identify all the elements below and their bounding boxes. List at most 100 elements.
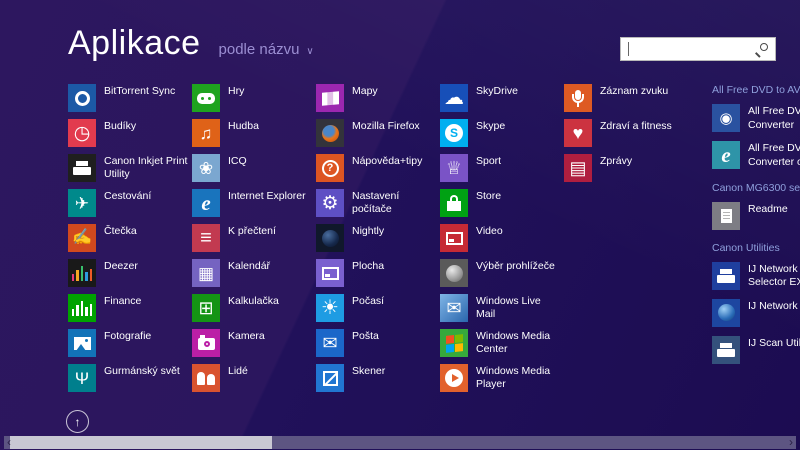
app-tile[interactable]: ≡K přečtení — [192, 224, 314, 252]
app-tile[interactable]: Výběr prohlížeče — [440, 259, 562, 287]
desktop-app-icon-box — [712, 299, 740, 327]
app-tile-label: Kalendář — [228, 260, 270, 287]
app-tile[interactable]: ▤Zprávy — [564, 154, 686, 182]
sort-by-dropdown[interactable]: podle názvu ∨ — [219, 41, 314, 58]
app-tile[interactable]: BitTorrent Sync — [68, 84, 190, 112]
app-tile[interactable]: ⚙Nastavení počítače — [316, 189, 438, 217]
equalizer-bar — [76, 270, 79, 281]
equalizer-icon — [72, 266, 93, 281]
app-tile-color-box — [564, 84, 592, 112]
app-tile[interactable]: eInternet Explorer — [192, 189, 314, 217]
app-tile-label: Hry — [228, 85, 244, 112]
app-tile-label: SkyDrive — [476, 85, 518, 112]
app-tile[interactable]: Video — [440, 224, 562, 252]
app-tile[interactable]: ❀ICQ — [192, 154, 314, 182]
desktop-app-item[interactable]: IJ Network Scan Selector EX — [712, 262, 800, 290]
search-input[interactable] — [621, 38, 775, 60]
cloud-icon: ☁ — [444, 88, 464, 108]
app-tile[interactable]: Nightly — [316, 224, 438, 252]
equalizer-bar — [85, 307, 88, 316]
reading-list-icon: ≡ — [200, 228, 212, 248]
app-tile-label: ICQ — [228, 155, 247, 182]
app-tile[interactable]: Finance — [68, 294, 190, 322]
app-tile-label: Mozilla Firefox — [352, 120, 420, 147]
scrollbar-thumb[interactable] — [10, 436, 272, 449]
app-tile-color-box — [316, 84, 344, 112]
app-tile-label: Mapy — [352, 85, 378, 112]
app-tile[interactable]: ⊞Kalkulačka — [192, 294, 314, 322]
app-tile[interactable]: ☀Počasí — [316, 294, 438, 322]
app-tile[interactable]: ▦ Kalendář — [192, 259, 314, 287]
app-tile[interactable]: Fotografie — [68, 329, 190, 357]
app-tile[interactable]: ♥Zdraví a fitness — [564, 119, 686, 147]
app-tile[interactable]: ♫Hudba — [192, 119, 314, 147]
app-tile[interactable]: Windows Media Center — [440, 329, 562, 357]
app-tile[interactable]: ♕Sport — [440, 154, 562, 182]
app-tile[interactable]: SSkype — [440, 119, 562, 147]
flag-quadrant — [455, 334, 463, 343]
app-tile[interactable]: ☁ SkyDrive — [440, 84, 562, 112]
flag-quadrant — [455, 343, 463, 352]
document-icon — [721, 209, 732, 223]
desktop-app-item[interactable]: ◉All Free DVD to Converter — [712, 104, 800, 132]
desktop-app-label: IJ Scan Utility — [748, 337, 800, 364]
app-tile[interactable]: Windows Media Player — [440, 364, 562, 392]
desktop-app-icon-box: e — [712, 141, 740, 169]
app-tile[interactable]: Kamera — [192, 329, 314, 357]
app-tile-label: BitTorrent Sync — [104, 85, 175, 112]
camera-icon — [198, 338, 215, 350]
app-tile-color-box — [68, 84, 96, 112]
app-tile[interactable]: Canon Inkjet Print Utility — [68, 154, 190, 182]
app-tile-color-box — [440, 329, 468, 357]
alarm-clock-icon: ◷ — [74, 124, 91, 143]
printer-icon — [73, 161, 91, 175]
app-tile[interactable]: Lidé — [192, 364, 314, 392]
app-tile[interactable]: Záznam zvuku — [564, 84, 686, 112]
app-tile[interactable]: Skener — [316, 364, 438, 392]
app-tile-color-box — [192, 84, 220, 112]
app-tile-color-box: ⚙ — [316, 189, 344, 217]
app-tile[interactable]: ✍Čtečka — [68, 224, 190, 252]
app-tile-label: Fotografie — [104, 330, 151, 357]
app-tile-color-box: ✍ — [68, 224, 96, 252]
app-tile[interactable]: Mozilla Firefox — [316, 119, 438, 147]
app-tile-label: Store — [476, 190, 501, 217]
app-tile[interactable]: Deezer — [68, 259, 190, 287]
desktop-app-item[interactable]: eAll Free DVD to Converter on th — [712, 141, 800, 169]
app-tile[interactable]: ✈Cestování — [68, 189, 190, 217]
desktop-app-item[interactable]: IJ Scan Utility — [712, 336, 800, 364]
desktop-app-item[interactable]: Readme — [712, 202, 800, 230]
app-tile-color-box: ▦ — [192, 259, 220, 287]
app-tile-color-box: ⊞ — [192, 294, 220, 322]
app-tile[interactable]: Hry — [192, 84, 314, 112]
app-tile[interactable]: ◷Budíky — [68, 119, 190, 147]
app-tile-label: Canon Inkjet Print Utility — [104, 155, 190, 182]
app-tile[interactable]: Store — [440, 189, 562, 217]
desktop-app-group: All Free DVD to AVI Co◉All Free DVD to C… — [712, 84, 800, 170]
desktop-app-item[interactable]: IJ Network Tool — [712, 299, 800, 327]
scroll-right-icon[interactable]: › — [789, 436, 793, 449]
equalizer-bar — [72, 274, 75, 281]
app-tile[interactable]: Mapy — [316, 84, 438, 112]
app-tile[interactable]: ΨGurmánský svět — [68, 364, 190, 392]
app-tile[interactable]: ✉Windows Live Mail — [440, 294, 562, 322]
app-tile-color-box — [68, 259, 96, 287]
app-tile-label: Skype — [476, 120, 505, 147]
app-tile[interactable]: ✉Pošta — [316, 329, 438, 357]
app-tile-color-box: ≡ — [192, 224, 220, 252]
ie-logo-icon: e — [201, 193, 210, 214]
app-tile[interactable]: Plocha — [316, 259, 438, 287]
app-tile[interactable]: ?Nápověda+tipy — [316, 154, 438, 182]
app-tile-label: Pošta — [352, 330, 379, 357]
scrollbar-track[interactable] — [4, 436, 796, 449]
equalizer-bar — [90, 269, 93, 281]
app-tile-color-box — [68, 294, 96, 322]
app-tile-label: Plocha — [352, 260, 384, 287]
scroll-left-icon[interactable]: ‹ — [7, 436, 11, 449]
app-tile-color-box — [440, 259, 468, 287]
people-icon — [197, 372, 215, 385]
scan-utility-icon — [717, 343, 735, 357]
semantic-zoom-button[interactable]: ↑ — [66, 410, 89, 433]
search-icon[interactable] — [755, 43, 768, 56]
map-icon — [322, 91, 339, 105]
